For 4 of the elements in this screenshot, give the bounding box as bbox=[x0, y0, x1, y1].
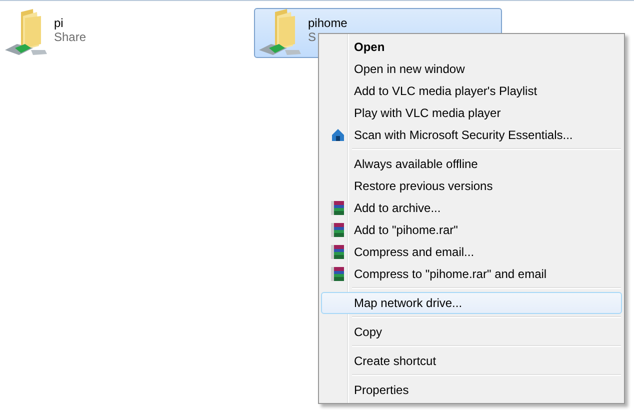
folder-name: pihome bbox=[308, 16, 348, 30]
folder-type: Share bbox=[54, 30, 86, 44]
folder-name: pi bbox=[54, 16, 64, 30]
folder-type: S bbox=[308, 30, 318, 44]
